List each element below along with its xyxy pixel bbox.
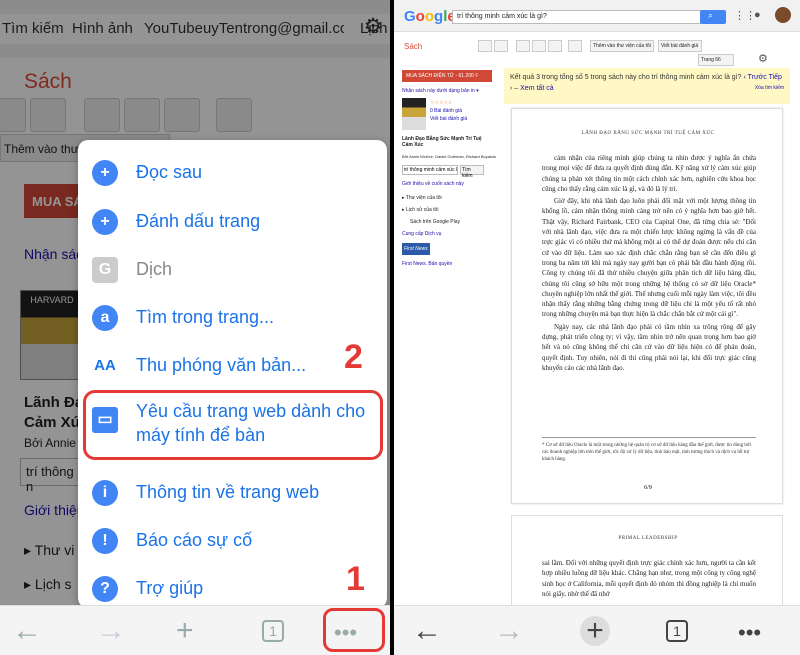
menu-item-read-later[interactable]: + Đọc sau bbox=[78, 148, 387, 198]
terms-link[interactable]: Cung cấp Dịch vụ bbox=[402, 231, 502, 237]
notifications-icon[interactable]: ● bbox=[754, 9, 761, 21]
page-body: cảm nhận của riêng mình giúp chúng ta nh… bbox=[542, 153, 756, 375]
menu-item-text-zoom[interactable]: AA Thu phóng văn bản... bbox=[78, 341, 387, 391]
apps-icon[interactable]: ⋮⋮ bbox=[734, 9, 756, 22]
search-result-banner: Kết quả 3 trong tổng số 5 trong sách này… bbox=[504, 68, 790, 104]
paragraph: cảm nhận của riêng mình giúp chúng ta nh… bbox=[542, 154, 756, 193]
book-title: Lãnh Đạo Bằng Sức Mạnh Trí Tuệ Cảm Xúc bbox=[402, 136, 482, 148]
back-icon[interactable]: ← bbox=[12, 616, 42, 646]
book-page-next: PRIMAL LEADERSHIP sai lầm. Đối với những… bbox=[511, 515, 783, 615]
tabs-count-icon[interactable]: 1 bbox=[262, 620, 284, 642]
gear-icon[interactable]: ⚙ bbox=[758, 52, 768, 65]
section-title: Sách bbox=[404, 42, 423, 51]
clock-plus-icon: + bbox=[92, 160, 118, 186]
see-all-link[interactable]: Xem tất cả bbox=[520, 85, 553, 92]
single-page-icon[interactable] bbox=[516, 40, 530, 52]
reviews-link[interactable]: 0 Bài đánh giá bbox=[430, 108, 467, 114]
info-icon: i bbox=[92, 480, 118, 506]
bottom-toolbar: ← → + 1 ••• bbox=[394, 605, 800, 655]
library-item[interactable]: ▸ Thư viện của tôi bbox=[402, 195, 502, 201]
book-sidebar: MUA SÁCH ĐIỆN TỬ - 61.200 ₫ Nhận sách nà… bbox=[402, 70, 502, 267]
paragraph: Ngày nay, các nhà lãnh đạo phải có tầm n… bbox=[542, 322, 756, 372]
prev-link[interactable]: ‹ Trước bbox=[743, 74, 766, 81]
left-panel: Tìm kiếm Hình ảnh YouTubeuyTentrong@gmai… bbox=[0, 0, 390, 655]
more-icon[interactable]: ••• bbox=[738, 618, 761, 648]
write-review-button[interactable]: Viết bài đánh giá bbox=[658, 40, 702, 52]
search-in-book-input[interactable]: trí thông minh cảm xúc là gì bbox=[402, 165, 458, 175]
right-panel: Google trí thông minh cảm xúc là gì? ⌕ ⋮… bbox=[394, 0, 800, 655]
book-page: LÃNH ĐẠO BẰNG SỨC MẠNH TRÍ TUỆ CẢM XÚC c… bbox=[511, 108, 783, 504]
add-to-library-button[interactable]: Thêm vào thư viện của tôi bbox=[590, 40, 654, 52]
search-input[interactable]: trí thông minh cảm xúc là gì? bbox=[452, 10, 722, 24]
write-review-link[interactable]: Viết bài đánh giá bbox=[430, 116, 467, 122]
zoom-out-icon[interactable] bbox=[494, 40, 508, 52]
paragraph: Giờ đây, khi nhà lãnh đạo luôn phải đối … bbox=[542, 197, 756, 319]
page-selector[interactable]: Trang 66 bbox=[698, 54, 734, 66]
forward-icon: → bbox=[494, 614, 524, 647]
result-text: Kết quả 3 trong tổng số 5 trong sách này… bbox=[510, 74, 742, 81]
menu-item-translate[interactable]: G Dịch bbox=[78, 245, 387, 295]
page-title: LÃNH ĐẠO BẰNG SỨC MẠNH TRÍ TUỆ CẢM XÚC bbox=[581, 131, 715, 136]
bookmark-star-icon: + bbox=[92, 209, 118, 235]
help-icon: ? bbox=[92, 576, 118, 602]
book-cover[interactable] bbox=[402, 98, 426, 130]
browser-menu: + Đọc sau + Đánh dấu trang G Dịch a Tìm tron… bbox=[78, 140, 387, 608]
report-icon: ! bbox=[92, 528, 118, 554]
menu-item-site-info[interactable]: i Thông tin về trang web bbox=[78, 468, 387, 518]
find-in-page-icon: a bbox=[92, 305, 118, 331]
two-page-icon[interactable] bbox=[532, 40, 546, 52]
text-zoom-icon: AA bbox=[94, 357, 116, 374]
google-header: Google trí thông minh cảm xúc là gì? ⌕ ⋮… bbox=[394, 0, 800, 32]
buy-ebook-button[interactable]: MUA SÁCH ĐIỆN TỬ - 61.200 ₫ bbox=[402, 70, 492, 82]
play-books-item[interactable]: Sách trên Google Play bbox=[410, 219, 502, 225]
search-button[interactable]: ⌕ bbox=[700, 10, 726, 24]
forward-icon: → bbox=[96, 614, 126, 647]
avatar[interactable] bbox=[775, 7, 791, 23]
clear-search-link[interactable]: Xóa tìm kiếm bbox=[755, 83, 784, 94]
intro-link[interactable]: Giới thiệu về cuốn sách này bbox=[402, 181, 502, 187]
menu-item-find-in-page[interactable]: a Tìm trong trang... bbox=[78, 293, 387, 343]
zoom-in-icon[interactable] bbox=[478, 40, 492, 52]
search-in-book-button[interactable]: Tìm kiếm bbox=[460, 165, 484, 179]
highlight-request-desktop bbox=[83, 390, 383, 460]
new-tab-icon[interactable]: + bbox=[176, 616, 194, 646]
history-item[interactable]: ▸ Lịch sử của tôi bbox=[402, 207, 502, 213]
book-authors: Bởi Annie McKee, Daniel Goleman, Richard… bbox=[402, 154, 496, 159]
publisher-logo[interactable]: First News bbox=[402, 243, 430, 255]
menu-item-report-issue[interactable]: ! Báo cáo sự cố bbox=[78, 516, 387, 566]
fullscreen-icon[interactable] bbox=[548, 40, 562, 52]
step-2-label: 2 bbox=[344, 338, 363, 376]
highlight-more-button bbox=[323, 608, 385, 652]
new-tab-icon[interactable]: + bbox=[580, 616, 610, 646]
page-header: PRIMAL LEADERSHIP bbox=[618, 536, 678, 541]
translate-icon: G bbox=[92, 257, 118, 283]
footnote: * Cơ sở dữ liệu Oracle là một trong nhữn… bbox=[542, 437, 756, 463]
page-number: 6/9 bbox=[644, 485, 652, 491]
menu-item-bookmark[interactable]: + Đánh dấu trang bbox=[78, 197, 387, 247]
publisher-link[interactable]: First News. Bản quyền bbox=[402, 261, 502, 267]
link-icon[interactable] bbox=[568, 40, 582, 52]
tabs-count-icon[interactable]: 1 bbox=[666, 620, 688, 642]
back-icon[interactable]: ← bbox=[412, 616, 442, 646]
google-logo[interactable]: Google bbox=[404, 8, 456, 25]
step-1-label: 1 bbox=[346, 560, 365, 598]
page-body: sai lầm. Đối với những quyết định trực g… bbox=[542, 559, 756, 598]
rating-stars: ☆☆☆☆☆ bbox=[430, 100, 453, 106]
search-icon: ⌕ bbox=[708, 10, 714, 20]
